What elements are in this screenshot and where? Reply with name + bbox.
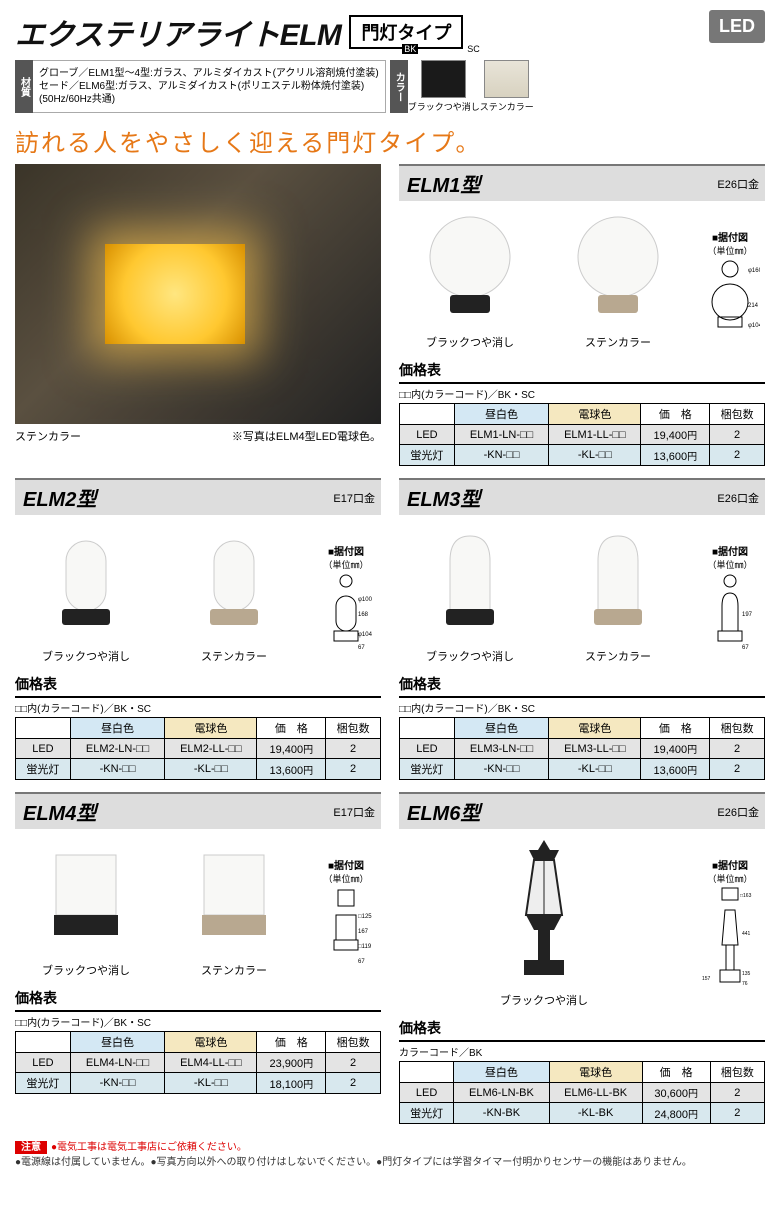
material-label: 材質 [15,60,33,113]
lamp-sphere-bk-icon [420,207,520,327]
lamp-dome-bk-icon [420,521,520,641]
lamp-cylinder-sc-icon [184,521,284,641]
led-badge: LED [709,10,765,43]
material-line2: セード／ELM6型:ガラス、アルミダイカスト(ポリエステル粉体焼付塗装) [39,80,379,93]
svg-text:φ100: φ100 [358,597,373,603]
model-elm4: ELM4型 E17口金 ブラックつや消し ステンカラー [15,792,381,1124]
swatch-sc: SC [484,60,529,98]
model-elm2: ELM2型 E17口金 ブラックつや消し ステンカラー [15,478,381,780]
svg-text:197: 197 [742,612,753,618]
notice-line1: ●電気工事は電気工事店にご依頼ください。 [51,1142,247,1153]
color-label: カラー [390,60,408,113]
model-elm3: ELM3型 E26口金 ブラックつや消し ステンカラー [399,478,765,780]
price-table-elm6: 昼白色電球色価 格梱包数 LEDELM6-LN-BKELM6-LL-BK30,6… [399,1061,765,1124]
hero-image [15,164,381,424]
hero-caption-right: ※写真はELM4型LED電球色。 [232,428,381,444]
material-line3: (50Hz/60Hz共通) [39,93,379,106]
svg-text:135: 135 [742,971,751,977]
material-row: 材質 グローブ／ELM1型～4型:ガラス、アルミダイカスト(アクリル溶剤焼付塗装… [15,60,765,113]
price-table-elm1: 昼白色電球色価 格梱包数 LEDELM1-LN-□□ELM1-LL-□□19,4… [399,403,765,466]
material-line1: グローブ／ELM1型～4型:ガラス、アルミダイカスト(アクリル溶剤焼付塗装) [39,67,379,80]
diagram-elm2-icon: φ100 168 φ104 67 [316,571,376,661]
svg-text:167: 167 [358,929,369,935]
notice-line2: ●電源線は付属していません。●写真方向以外への取り付けはしないでください。●門灯… [15,1153,765,1168]
lamp-cube-sc-icon [184,835,284,955]
model-title: ELM1型 [399,166,717,201]
page-title: エクステリアライトELM [15,10,341,54]
diagram-elm6-icon: □163 441 135 76 157 [700,885,760,1005]
svg-text:67: 67 [742,645,749,651]
lamp-dome-sc-icon [568,521,668,641]
swatch-bk: BK [421,60,466,98]
svg-text:□119: □119 [358,944,372,950]
svg-text:□163: □163 [740,893,752,899]
model-elm1: ELM1型 E26口金 ブラックつや消し ステンカラー [399,164,765,466]
hero-block: ステンカラー ※写真はELM4型LED電球色。 [15,164,381,466]
lamp-sphere-sc-icon [568,207,668,327]
hero-caption-left: ステンカラー [15,428,81,444]
svg-text:67: 67 [358,959,365,965]
lamp-cube-bk-icon [36,835,136,955]
diagram-elm4-icon: □125 167 □119 67 [316,885,376,975]
svg-text:67: 67 [358,645,365,651]
header-bar: エクステリアライトELM 門灯タイプ LED [15,10,765,54]
hero-lamp-glow [105,244,245,344]
tagline: 訪れる人をやさしく迎える門灯タイプ。 [15,123,765,158]
diagram-elm3-icon: 197 67 [700,571,760,661]
svg-text:157: 157 [702,976,711,982]
socket-label: E26口金 [717,176,765,192]
swatch-sc-name: ステンカラー [480,100,534,113]
diagram-elm1-icon: φ160 214 φ104 [700,257,760,347]
lamp-lantern-bk-icon [494,835,594,985]
svg-text:φ104: φ104 [358,632,373,638]
swatch-bk-name: ブラックつや消し [408,100,480,113]
svg-text:φ104: φ104 [748,323,760,329]
svg-text:214: 214 [748,303,759,309]
notice-block: 注意●電気工事は電気工事店にご依頼ください。 ●電源線は付属していません。●写真… [15,1138,765,1168]
price-table-elm4: 昼白色電球色価 格梱包数 LEDELM4-LN-□□ELM4-LL-□□23,9… [15,1031,381,1094]
price-table-elm2: 昼白色電球色価 格梱包数 LEDELM2-LN-□□ELM2-LL-□□19,4… [15,717,381,780]
svg-text:φ160: φ160 [748,268,760,274]
svg-text:76: 76 [742,981,748,987]
lamp-cylinder-bk-icon [36,521,136,641]
price-table-elm3: 昼白色電球色価 格梱包数 LEDELM3-LN-□□ELM3-LL-□□19,4… [399,717,765,780]
svg-text:□125: □125 [358,914,372,920]
svg-text:441: 441 [742,931,751,937]
model-elm6: ELM6型 E26口金 ブラックつや消し [399,792,765,1124]
svg-text:168: 168 [358,612,369,618]
